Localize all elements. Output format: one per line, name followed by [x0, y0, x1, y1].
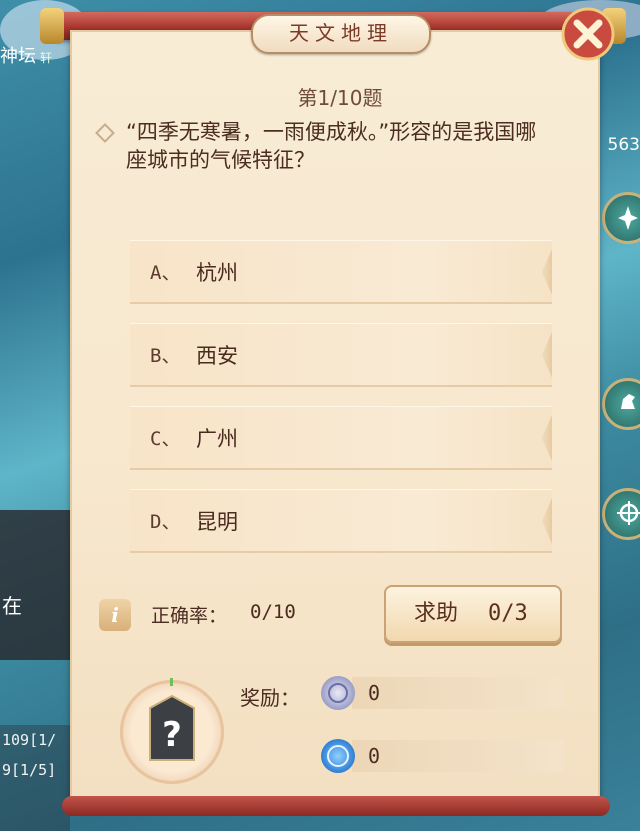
scene-location-label: 神坛轩: [0, 46, 53, 67]
reward-value: 0: [368, 681, 381, 705]
option-b[interactable]: B、 西安: [130, 323, 552, 387]
experience-icon: [321, 739, 355, 773]
horse-icon: [621, 394, 635, 409]
scene-round-button[interactable]: [602, 378, 640, 430]
help-count: 0/3: [488, 601, 528, 626]
reward-bar: [352, 677, 564, 709]
question-mark-icon: ?: [149, 694, 195, 761]
chat-line: 109[1/: [2, 731, 57, 749]
target-icon: [617, 501, 640, 525]
option-a[interactable]: A、 杭州: [130, 240, 552, 304]
progress-tick: [170, 678, 173, 686]
mystery-reward[interactable]: ?: [120, 680, 224, 784]
option-letter: C、: [150, 428, 181, 450]
flower-icon: [618, 206, 638, 230]
reward-bar: [352, 740, 564, 772]
scene-round-button[interactable]: [602, 192, 640, 244]
scene-round-button[interactable]: [602, 488, 640, 540]
help-button[interactable]: 求助 0/3: [384, 585, 562, 643]
accuracy-value: 0/10: [250, 601, 296, 623]
help-label: 求助: [414, 601, 459, 626]
reward-value: 0: [368, 744, 381, 768]
scene-side-panel: [0, 510, 70, 660]
option-text: 西安: [196, 344, 238, 368]
info-icon[interactable]: i: [99, 599, 131, 631]
option-letter: A、: [150, 262, 181, 284]
dialog-title: 天文地理: [251, 14, 431, 54]
reward-label: 奖励：: [240, 686, 300, 710]
accuracy-label: 正确率：: [151, 605, 228, 627]
chat-log[interactable]: 109[1/ 9[1/5]: [0, 725, 70, 831]
close-icon: [561, 7, 615, 61]
silver-coin-icon: [321, 676, 355, 710]
option-c[interactable]: C、 广州: [130, 406, 552, 470]
scroll-bottom-rod: [62, 796, 610, 816]
chat-line: 9[1/5]: [2, 761, 57, 779]
question-number: 第1/10题: [297, 86, 383, 110]
option-letter: D、: [150, 511, 181, 533]
scene-side-text: 在: [2, 594, 22, 618]
scene-number: 563: [607, 135, 640, 155]
option-text: 广州: [196, 427, 238, 451]
question-text: “四季无寒暑，一雨便成秋。”形容的是我国哪座城市的气候特征？: [126, 120, 537, 172]
close-button[interactable]: [560, 6, 616, 62]
option-text: 昆明: [196, 510, 238, 534]
option-text: 杭州: [196, 261, 238, 285]
svg-text:?: ?: [162, 715, 182, 755]
option-letter: B、: [150, 345, 181, 367]
option-d[interactable]: D、 昆明: [130, 489, 552, 553]
